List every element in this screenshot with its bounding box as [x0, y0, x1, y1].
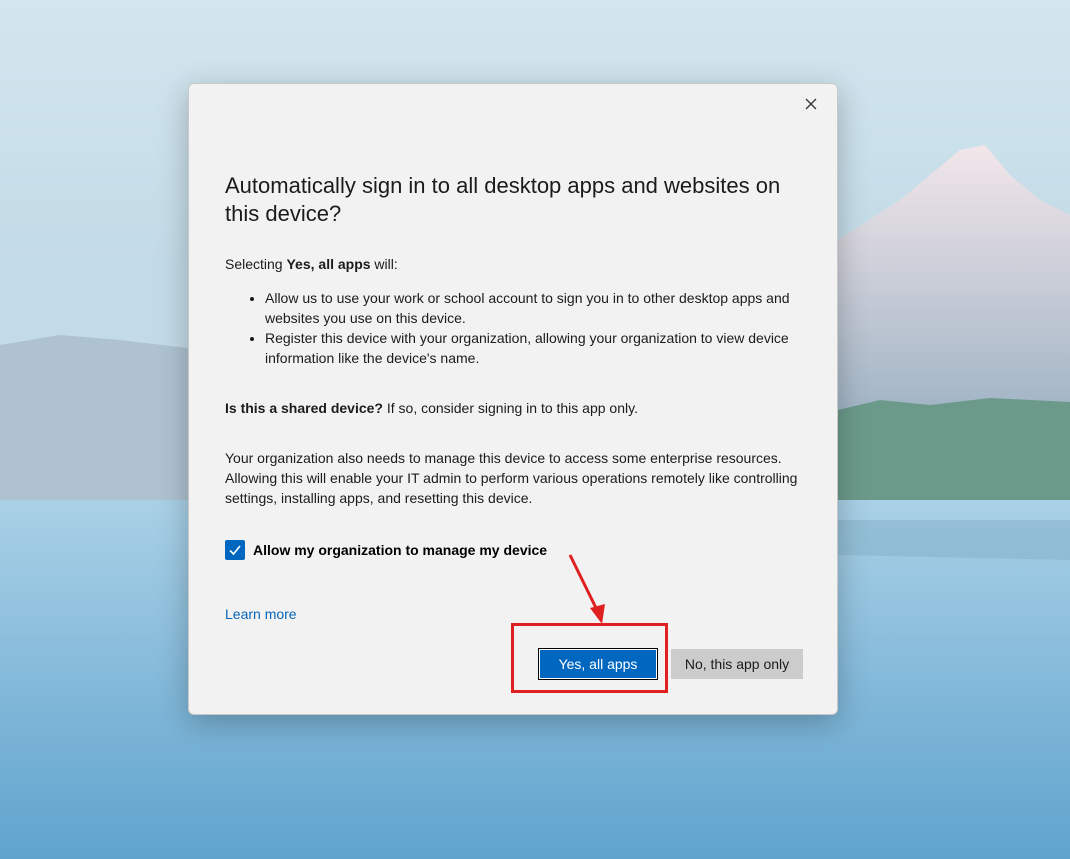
no-this-app-only-button[interactable]: No, this app only — [671, 649, 803, 679]
sign-in-dialog: Automatically sign in to all desktop app… — [188, 83, 838, 715]
list-item: Register this device with your organizat… — [265, 328, 805, 368]
learn-more-link[interactable]: Learn more — [225, 606, 297, 622]
intro-prefix: Selecting — [225, 256, 287, 272]
yes-all-apps-button[interactable]: Yes, all apps — [538, 648, 658, 680]
shared-device-bold: Is this a shared device? — [225, 400, 383, 416]
intro-suffix: will: — [370, 256, 398, 272]
benefits-list: Allow us to use your work or school acco… — [225, 288, 805, 368]
manage-device-checkbox[interactable] — [225, 540, 245, 560]
close-button[interactable] — [799, 92, 823, 116]
checkmark-icon — [229, 545, 241, 556]
dialog-content: Automatically sign in to all desktop app… — [225, 172, 805, 624]
shared-device-text: Is this a shared device? If so, consider… — [225, 398, 805, 418]
shared-device-rest: If so, consider signing in to this app o… — [382, 400, 638, 416]
manage-device-checkbox-row[interactable]: Allow my organization to manage my devic… — [225, 540, 805, 560]
intro-text: Selecting Yes, all apps will: — [225, 254, 805, 274]
desktop: Automatically sign in to all desktop app… — [0, 0, 1070, 859]
intro-bold: Yes, all apps — [286, 256, 371, 272]
checkbox-label: Allow my organization to manage my devic… — [253, 542, 548, 558]
dialog-title: Automatically sign in to all desktop app… — [225, 173, 781, 226]
list-item: Allow us to use your work or school acco… — [265, 288, 805, 328]
manage-device-text: Your organization also needs to manage t… — [225, 450, 798, 506]
close-icon — [805, 98, 817, 110]
